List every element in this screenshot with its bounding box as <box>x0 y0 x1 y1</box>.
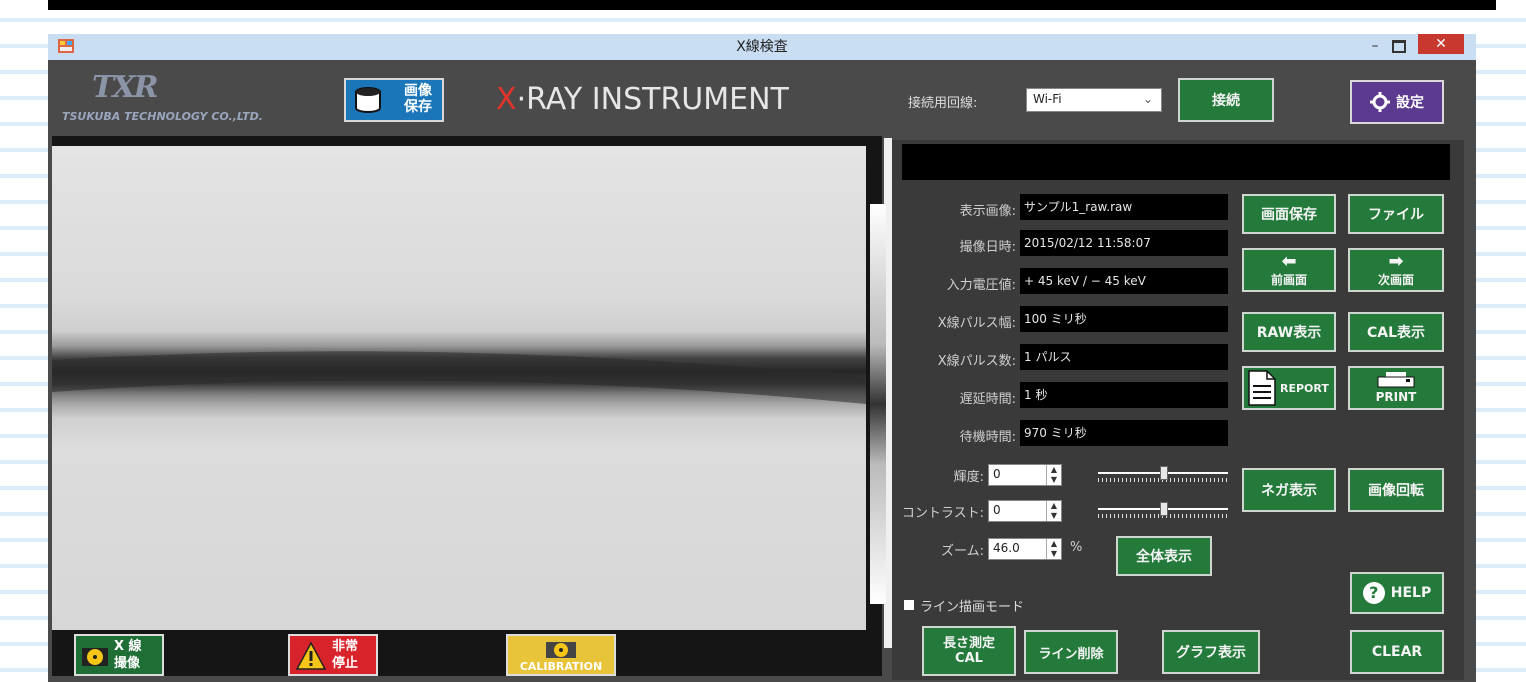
title-bar: X線検査 – ✕ <box>48 34 1476 60</box>
slider-thumb[interactable] <box>1160 502 1168 516</box>
info-value-image: サンプル1_raw.raw <box>1020 194 1228 220</box>
info-value-datetime: 2015/02/12 11:58:07 <box>1020 230 1228 256</box>
graph-display-button[interactable]: グラフ表示 <box>1162 630 1260 674</box>
file-button[interactable]: ファイル <box>1348 194 1444 234</box>
help-button[interactable]: ? HELP <box>1350 572 1444 614</box>
connection-label: 接続用回線: <box>908 96 978 111</box>
cal-display-button[interactable]: CAL表示 <box>1348 312 1444 352</box>
logo-mark: TXR <box>92 70 159 105</box>
info-value-pulse-width: 100 ミリ秒 <box>1020 306 1228 332</box>
info-label: 表示画像: <box>959 204 1016 219</box>
info-value-pulse-count: 1 パルス <box>1020 344 1228 370</box>
print-button[interactable]: PRINT <box>1348 366 1444 410</box>
clear-button[interactable]: CLEAR <box>1350 630 1444 674</box>
report-button[interactable]: REPORT <box>1242 366 1336 410</box>
slider-thumb[interactable] <box>1160 466 1168 480</box>
logo-company-name: TSUKUBA TECHNOLOGY CO.,LTD. <box>62 110 263 123</box>
info-label: 撮像日時: <box>959 240 1016 255</box>
xray-capture-button[interactable]: X 線 撮像 <box>74 634 164 676</box>
radiation-icon <box>82 648 108 666</box>
connection-select[interactable]: Wi-Fi ⌄ <box>1026 88 1162 112</box>
contrast-input[interactable]: 0 ▲ ▼ <box>988 500 1062 522</box>
zoom-unit: % <box>1070 540 1083 555</box>
prev-screen-button[interactable]: ⬅ 前画面 <box>1242 248 1336 292</box>
line-mode-label: ライン描画モード <box>920 600 1025 615</box>
document-icon <box>1248 370 1276 406</box>
next-screen-button[interactable]: ➡ 次画面 <box>1348 248 1444 292</box>
screen-save-button[interactable]: 画面保存 <box>1242 194 1336 234</box>
info-label: 入力電圧値: <box>946 278 1016 293</box>
delete-line-button[interactable]: ライン削除 <box>1024 630 1118 674</box>
raw-display-button[interactable]: RAW表示 <box>1242 312 1336 352</box>
gear-icon <box>1370 92 1390 112</box>
top-border <box>48 0 1496 10</box>
maximize-button[interactable] <box>1388 38 1410 54</box>
contrast-label: コントラスト: <box>901 506 984 521</box>
minimize-button[interactable]: – <box>1364 38 1386 54</box>
gray-scale-bar <box>870 204 886 604</box>
info-label: 待機時間: <box>959 430 1016 445</box>
info-label: X線パルス数: <box>937 354 1016 369</box>
settings-button[interactable]: 設定 <box>1350 80 1444 124</box>
length-measure-button[interactable]: 長さ測定 CAL <box>922 626 1016 676</box>
info-value-voltage: + 45 keV / − 45 keV <box>1020 268 1228 294</box>
spinner-arrows-icon[interactable]: ▲ ▼ <box>1046 539 1061 559</box>
printer-icon <box>1377 372 1415 388</box>
product-title: X·RAY INSTRUMENT <box>496 82 789 117</box>
fit-all-button[interactable]: 全体表示 <box>1116 536 1212 576</box>
maximize-icon <box>1392 40 1406 53</box>
company-logo: TXR TSUKUBA TECHNOLOGY CO.,LTD. <box>62 70 302 130</box>
warning-icon <box>296 642 326 670</box>
window-title: X線検査 <box>736 39 788 55</box>
calibration-button[interactable]: CALIBRATION <box>506 634 616 676</box>
question-icon: ? <box>1362 582 1385 604</box>
connection-value: Wi-Fi <box>1033 92 1062 106</box>
info-value-wait: 970 ミリ秒 <box>1020 420 1228 446</box>
zoom-label: ズーム: <box>941 544 984 559</box>
spinner-arrows-icon[interactable]: ▲ ▼ <box>1046 465 1061 485</box>
contrast-slider[interactable] <box>1098 498 1228 522</box>
line-mode-checkbox[interactable] <box>904 600 914 610</box>
brightness-input[interactable]: 0 ▲ ▼ <box>988 464 1062 486</box>
chevron-down-icon: ⌄ <box>1142 92 1153 106</box>
spinner-arrows-icon[interactable]: ▲ ▼ <box>1046 501 1061 521</box>
status-bar <box>902 144 1450 180</box>
xray-object-shadow <box>52 351 866 404</box>
rotate-image-button[interactable]: 画像回転 <box>1348 468 1444 512</box>
info-label: X線パルス幅: <box>937 316 1016 331</box>
save-image-label: 画像 保存 <box>404 83 432 115</box>
negative-display-button[interactable]: ネガ表示 <box>1242 468 1336 512</box>
info-label: 遅延時間: <box>959 392 1016 407</box>
brightness-slider[interactable] <box>1098 462 1228 486</box>
arrow-right-icon: ➡ <box>1388 250 1404 272</box>
radiation-icon <box>546 642 576 658</box>
close-button[interactable]: ✕ <box>1418 34 1464 54</box>
connect-button[interactable]: 接続 <box>1178 78 1274 122</box>
emergency-stop-button[interactable]: 非常 停止 <box>288 634 378 676</box>
info-value-delay: 1 秒 <box>1020 382 1228 408</box>
app-window: X線検査 – ✕ TXR TSUKUBA TECHNOLOGY CO.,LTD.… <box>48 34 1476 682</box>
storage-icon <box>355 87 381 113</box>
save-image-button[interactable]: 画像 保存 <box>344 78 444 122</box>
arrow-left-icon: ⬅ <box>1281 250 1297 272</box>
zoom-input[interactable]: 46.0 ▲ ▼ <box>988 538 1062 560</box>
brightness-label: 輝度: <box>953 470 984 485</box>
